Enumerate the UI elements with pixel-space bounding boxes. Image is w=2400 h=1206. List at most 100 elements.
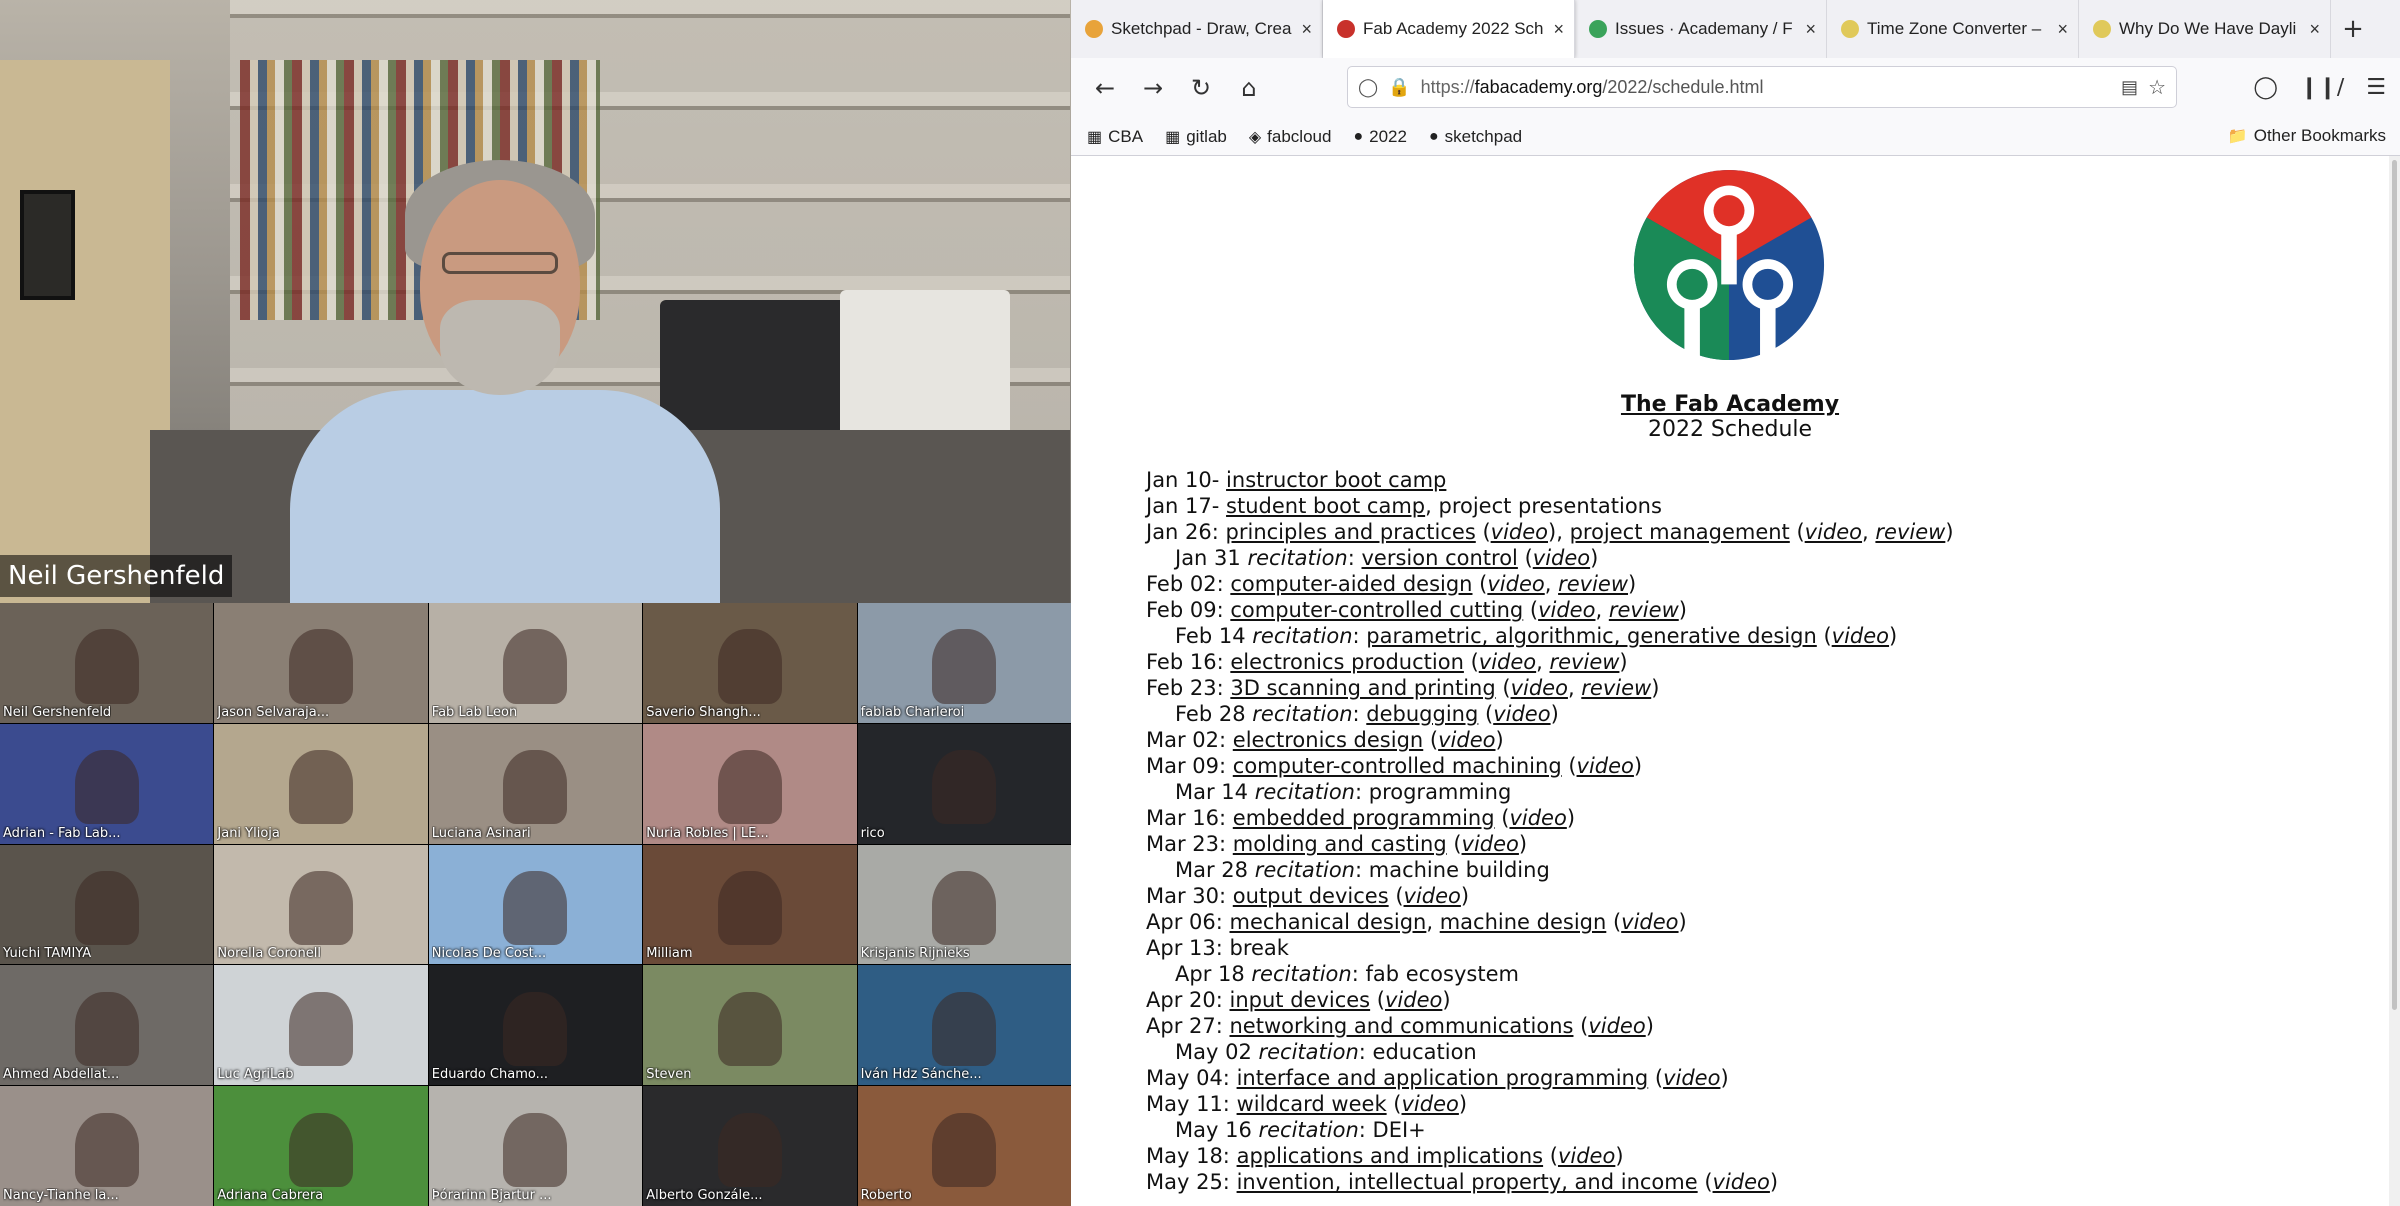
resource-link[interactable]: video: [1805, 520, 1862, 544]
topic-link[interactable]: interface and application programming: [1237, 1066, 1649, 1090]
bookmark-item[interactable]: ● sketchpad: [1429, 127, 1522, 147]
page-title[interactable]: The Fab Academy: [1071, 392, 2389, 417]
other-bookmarks-folder[interactable]: 📁 Other Bookmarks: [2228, 126, 2386, 146]
topic-link[interactable]: computer-controlled cutting: [1230, 598, 1523, 622]
active-speaker-video[interactable]: Neil Gershenfeld: [0, 0, 1071, 603]
resource-link[interactable]: video: [1538, 598, 1595, 622]
library-icon[interactable]: ❙❙∕: [2300, 75, 2344, 100]
resource-link[interactable]: video: [1558, 1144, 1615, 1168]
topic-link[interactable]: input devices: [1230, 988, 1371, 1012]
browser-tab[interactable]: Why Do We Have Dayli ×: [2079, 0, 2331, 58]
topic-link[interactable]: output devices: [1233, 884, 1389, 908]
participant-tile[interactable]: Jani Ylioja: [214, 723, 428, 844]
bookmark-item[interactable]: ● 2022: [1353, 127, 1407, 147]
resource-link[interactable]: video: [1832, 624, 1889, 648]
topic-link[interactable]: molding and casting: [1233, 832, 1447, 856]
tab-close-icon[interactable]: ×: [2057, 19, 2068, 40]
resource-link[interactable]: video: [1621, 910, 1678, 934]
page-scrollbar[interactable]: [2389, 156, 2400, 1206]
browser-tab[interactable]: Time Zone Converter – ×: [1827, 0, 2079, 58]
resource-link[interactable]: review: [1558, 572, 1628, 596]
resource-link[interactable]: review: [1609, 598, 1679, 622]
tab-close-icon[interactable]: ×: [2309, 19, 2320, 40]
resource-link[interactable]: video: [1577, 754, 1634, 778]
bookmark-item[interactable]: ◈ fabcloud: [1249, 127, 1332, 147]
topic-link[interactable]: electronics production: [1230, 650, 1464, 674]
topic-link[interactable]: applications and implications: [1237, 1144, 1544, 1168]
scrollbar-thumb[interactable]: [2392, 160, 2397, 1010]
bookmark-item[interactable]: ▦ gitlab: [1165, 127, 1227, 147]
topic-link[interactable]: version control: [1362, 546, 1518, 570]
new-tab-button[interactable]: +: [2331, 0, 2375, 58]
participant-tile[interactable]: Alberto Gonzále...: [643, 1086, 857, 1206]
topic-link[interactable]: student boot camp: [1226, 494, 1425, 518]
participant-tile[interactable]: Iván Hdz Sánche...: [857, 965, 1071, 1086]
topic-link[interactable]: electronics design: [1233, 728, 1423, 752]
browser-tab[interactable]: Sketchpad - Draw, Crea ×: [1071, 0, 1323, 58]
topic-link[interactable]: computer-controlled machining: [1233, 754, 1562, 778]
shield-icon[interactable]: ◯: [1358, 77, 1378, 98]
browser-tab[interactable]: Fab Academy 2022 Sch ×: [1323, 0, 1575, 58]
topic-link[interactable]: machine design: [1440, 910, 1607, 934]
pocket-icon[interactable]: ◯: [2253, 75, 2278, 100]
participant-tile[interactable]: Steven: [643, 965, 857, 1086]
topic-link[interactable]: mechanical design: [1230, 910, 1427, 934]
topic-link[interactable]: debugging: [1366, 702, 1478, 726]
participant-tile[interactable]: Norella Coronell: [214, 844, 428, 965]
resource-link[interactable]: video: [1663, 1066, 1720, 1090]
topic-link[interactable]: project management: [1570, 520, 1790, 544]
topic-link[interactable]: wildcard week: [1237, 1092, 1387, 1116]
resource-link[interactable]: video: [1491, 520, 1548, 544]
resource-link[interactable]: video: [1404, 884, 1461, 908]
resource-link[interactable]: video: [1493, 702, 1550, 726]
browser-tab[interactable]: Issues · Academany / F ×: [1575, 0, 1827, 58]
resource-link[interactable]: video: [1402, 1092, 1459, 1116]
participant-tile[interactable]: Luciana Asinari: [428, 723, 643, 844]
participant-tile[interactable]: Roberto: [857, 1086, 1071, 1206]
resource-link[interactable]: video: [1479, 650, 1536, 674]
back-arrow-icon[interactable]: ←: [1085, 68, 1125, 108]
participant-tile[interactable]: Adrian - Fab Lab...: [0, 723, 214, 844]
participant-tile[interactable]: Adriana Cabrera: [214, 1086, 428, 1206]
resource-link[interactable]: video: [1533, 546, 1590, 570]
topic-link[interactable]: networking and communications: [1230, 1014, 1574, 1038]
participant-tile[interactable]: Saverio Shangh...: [643, 603, 857, 723]
bookmark-item[interactable]: ▦ CBA: [1087, 127, 1143, 147]
topic-link[interactable]: invention, intellectual property, and in…: [1237, 1170, 1698, 1194]
participant-tile[interactable]: Fab Lab Leon: [428, 603, 643, 723]
topic-link[interactable]: instructor boot camp: [1226, 468, 1446, 492]
address-bar[interactable]: ◯ 🔒 https://fabacademy.org/2022/schedule…: [1347, 66, 2177, 108]
resource-link[interactable]: video: [1462, 832, 1519, 856]
participant-tile[interactable]: Yuichi TAMIYA: [0, 844, 214, 965]
resource-link[interactable]: video: [1385, 988, 1442, 1012]
participant-tile[interactable]: Luc AgriLab: [214, 965, 428, 1086]
topic-link[interactable]: 3D scanning and printing: [1230, 676, 1495, 700]
resource-link[interactable]: video: [1588, 1014, 1645, 1038]
participant-tile[interactable]: Neil Gershenfeld: [0, 603, 214, 723]
forward-arrow-icon[interactable]: →: [1133, 68, 1173, 108]
participant-tile[interactable]: Nuria Robles | LE...: [643, 723, 857, 844]
participant-tile[interactable]: rico: [857, 723, 1071, 844]
participant-tile[interactable]: Milliam: [643, 844, 857, 965]
tab-close-icon[interactable]: ×: [1553, 19, 1564, 40]
resource-link[interactable]: video: [1509, 806, 1566, 830]
menu-icon[interactable]: ☰: [2366, 75, 2386, 100]
resource-link[interactable]: video: [1438, 728, 1495, 752]
tab-close-icon[interactable]: ×: [1805, 19, 1816, 40]
participant-tile[interactable]: Þórarinn Bjartur ...: [428, 1086, 643, 1206]
reload-icon[interactable]: ↻: [1181, 68, 1221, 108]
resource-link[interactable]: video: [1487, 572, 1544, 596]
home-icon[interactable]: ⌂: [1229, 68, 1269, 108]
topic-link[interactable]: parametric, algorithmic, generative desi…: [1366, 624, 1817, 648]
reader-view-icon[interactable]: ▤: [2121, 77, 2138, 98]
lock-icon[interactable]: 🔒: [1388, 77, 1410, 98]
participant-tile[interactable]: fablab Charleroi: [857, 603, 1071, 723]
participant-tile[interactable]: Krisjanis Rijnieks: [857, 844, 1071, 965]
resource-link[interactable]: review: [1581, 676, 1651, 700]
participant-tile[interactable]: Nancy-Tianhe la...: [0, 1086, 214, 1206]
participant-tile[interactable]: Eduardo Chamo...: [428, 965, 643, 1086]
resource-link[interactable]: video: [1511, 676, 1568, 700]
url-text[interactable]: https://fabacademy.org/2022/schedule.htm…: [1421, 77, 2111, 98]
participant-tile[interactable]: Nicolas De Cost...: [428, 844, 643, 965]
topic-link[interactable]: embedded programming: [1233, 806, 1495, 830]
